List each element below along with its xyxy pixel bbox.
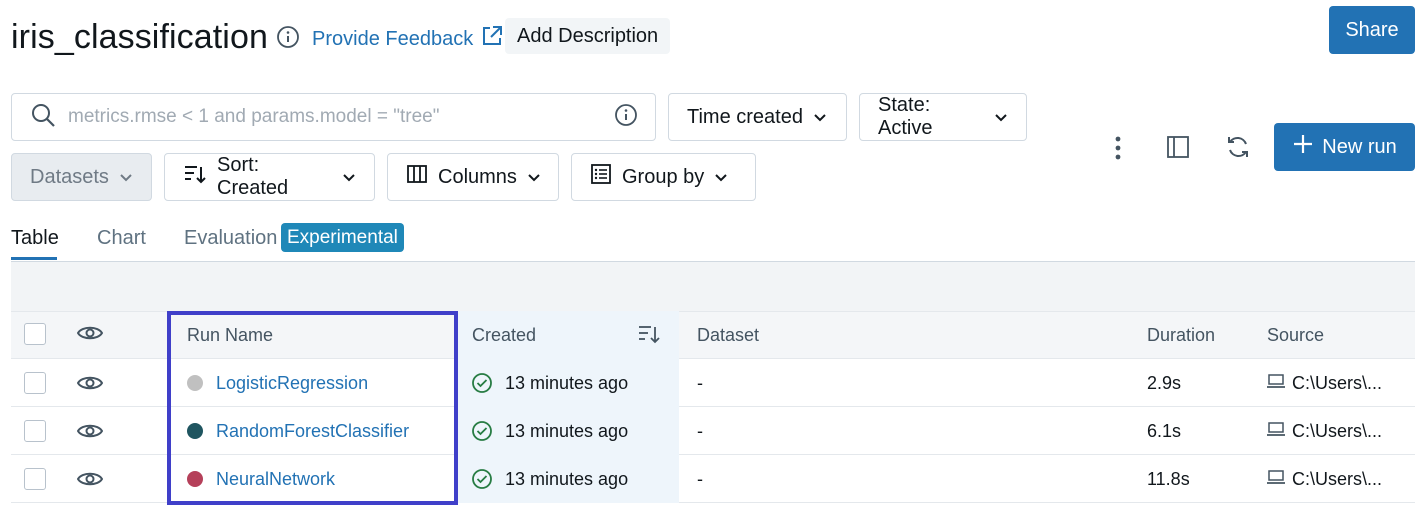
header-dataset[interactable]: Dataset: [697, 325, 759, 346]
duration-value: 2.9s: [1147, 373, 1182, 393]
check-circle-icon: [471, 468, 493, 495]
check-circle-icon: [471, 420, 493, 447]
chevron-down-icon: [714, 166, 728, 189]
laptop-icon: [1266, 373, 1286, 394]
columns-dropdown[interactable]: Columns: [387, 153, 559, 201]
created-value: 13 minutes ago: [505, 373, 629, 393]
header-source[interactable]: Source: [1267, 325, 1324, 346]
page-title: iris_classification: [11, 18, 268, 56]
source-cell[interactable]: C:\Users\...: [1266, 373, 1382, 394]
chevron-down-icon: [527, 166, 541, 189]
row-checkbox[interactable]: [24, 372, 46, 394]
run-name-highlight-box: [167, 311, 458, 505]
chevron-down-icon: [342, 166, 356, 189]
chevron-down-icon: [994, 106, 1008, 129]
sort-descending-icon[interactable]: [637, 323, 661, 350]
source-cell[interactable]: C:\Users\...: [1266, 421, 1382, 442]
dataset-value: -: [697, 373, 703, 393]
group-by-label: Group by: [622, 165, 705, 188]
search-info-icon[interactable]: [614, 103, 638, 132]
tab-evaluation[interactable]: Evaluation: [184, 227, 277, 250]
time-created-dropdown[interactable]: Time created: [668, 93, 847, 141]
created-value: 13 minutes ago: [505, 421, 629, 441]
state-dropdown[interactable]: State: Active: [859, 93, 1027, 141]
datasets-label: Datasets: [30, 165, 109, 188]
new-run-label: New run: [1322, 135, 1397, 158]
select-all-checkbox[interactable]: [24, 323, 46, 345]
experimental-badge: Experimental: [281, 223, 404, 252]
header-created[interactable]: Created: [472, 325, 536, 346]
header-duration[interactable]: Duration: [1147, 325, 1215, 346]
source-value: C:\Users\...: [1292, 469, 1383, 489]
dataset-value: -: [697, 421, 703, 441]
row-checkbox[interactable]: [24, 468, 46, 490]
refresh-icon[interactable]: [1223, 132, 1253, 162]
more-options-icon[interactable]: [1103, 133, 1133, 163]
eye-icon[interactable]: [76, 374, 104, 397]
columns-label: Columns: [438, 165, 517, 188]
eye-icon[interactable]: [76, 422, 104, 445]
source-cell[interactable]: C:\Users\...: [1266, 469, 1382, 490]
eye-icon[interactable]: [76, 470, 104, 493]
laptop-icon: [1266, 421, 1286, 442]
sort-label: Sort: Created: [217, 154, 289, 199]
chevron-down-icon: [119, 166, 133, 189]
laptop-icon: [1266, 469, 1286, 490]
source-value: C:\Users\...: [1292, 373, 1383, 393]
search-placeholder: metrics.rmse < 1 and params.model = "tre…: [68, 106, 440, 127]
duration-value: 6.1s: [1147, 421, 1182, 441]
provide-feedback-label: Provide Feedback: [312, 27, 474, 50]
check-circle-icon: [471, 372, 493, 399]
sidebar-toggle-icon[interactable]: [1163, 132, 1193, 162]
source-value: C:\Users\...: [1292, 421, 1383, 441]
provide-feedback-link[interactable]: Provide Feedback: [312, 25, 503, 53]
row-checkbox[interactable]: [24, 420, 46, 442]
add-description-button[interactable]: Add Description: [505, 18, 671, 54]
chevron-down-icon: [813, 106, 827, 129]
sort-dropdown[interactable]: Sort: Created: [164, 153, 375, 201]
table-toolbar-area: [11, 262, 1415, 311]
plus-icon: [1292, 133, 1314, 161]
columns-icon: [406, 163, 428, 191]
sort-icon: [183, 163, 207, 191]
datasets-dropdown[interactable]: Datasets: [11, 153, 152, 201]
group-by-dropdown[interactable]: Group by: [571, 153, 756, 201]
new-run-button[interactable]: New run: [1274, 123, 1415, 171]
duration-value: 11.8s: [1147, 469, 1190, 489]
tab-table[interactable]: Table: [11, 227, 59, 250]
eye-icon[interactable]: [76, 324, 104, 347]
search-icon: [30, 102, 56, 133]
dataset-value: -: [697, 469, 703, 489]
list-icon: [590, 163, 612, 191]
state-label: State: Active: [878, 94, 933, 139]
time-created-label: Time created: [687, 105, 803, 128]
external-link-icon: [481, 25, 503, 53]
active-tab-indicator: [11, 257, 57, 260]
info-icon[interactable]: [276, 25, 300, 49]
created-value: 13 minutes ago: [505, 469, 629, 489]
tab-chart[interactable]: Chart: [97, 227, 146, 250]
search-input[interactable]: metrics.rmse < 1 and params.model = "tre…: [11, 93, 656, 141]
share-button[interactable]: Share: [1329, 6, 1415, 54]
